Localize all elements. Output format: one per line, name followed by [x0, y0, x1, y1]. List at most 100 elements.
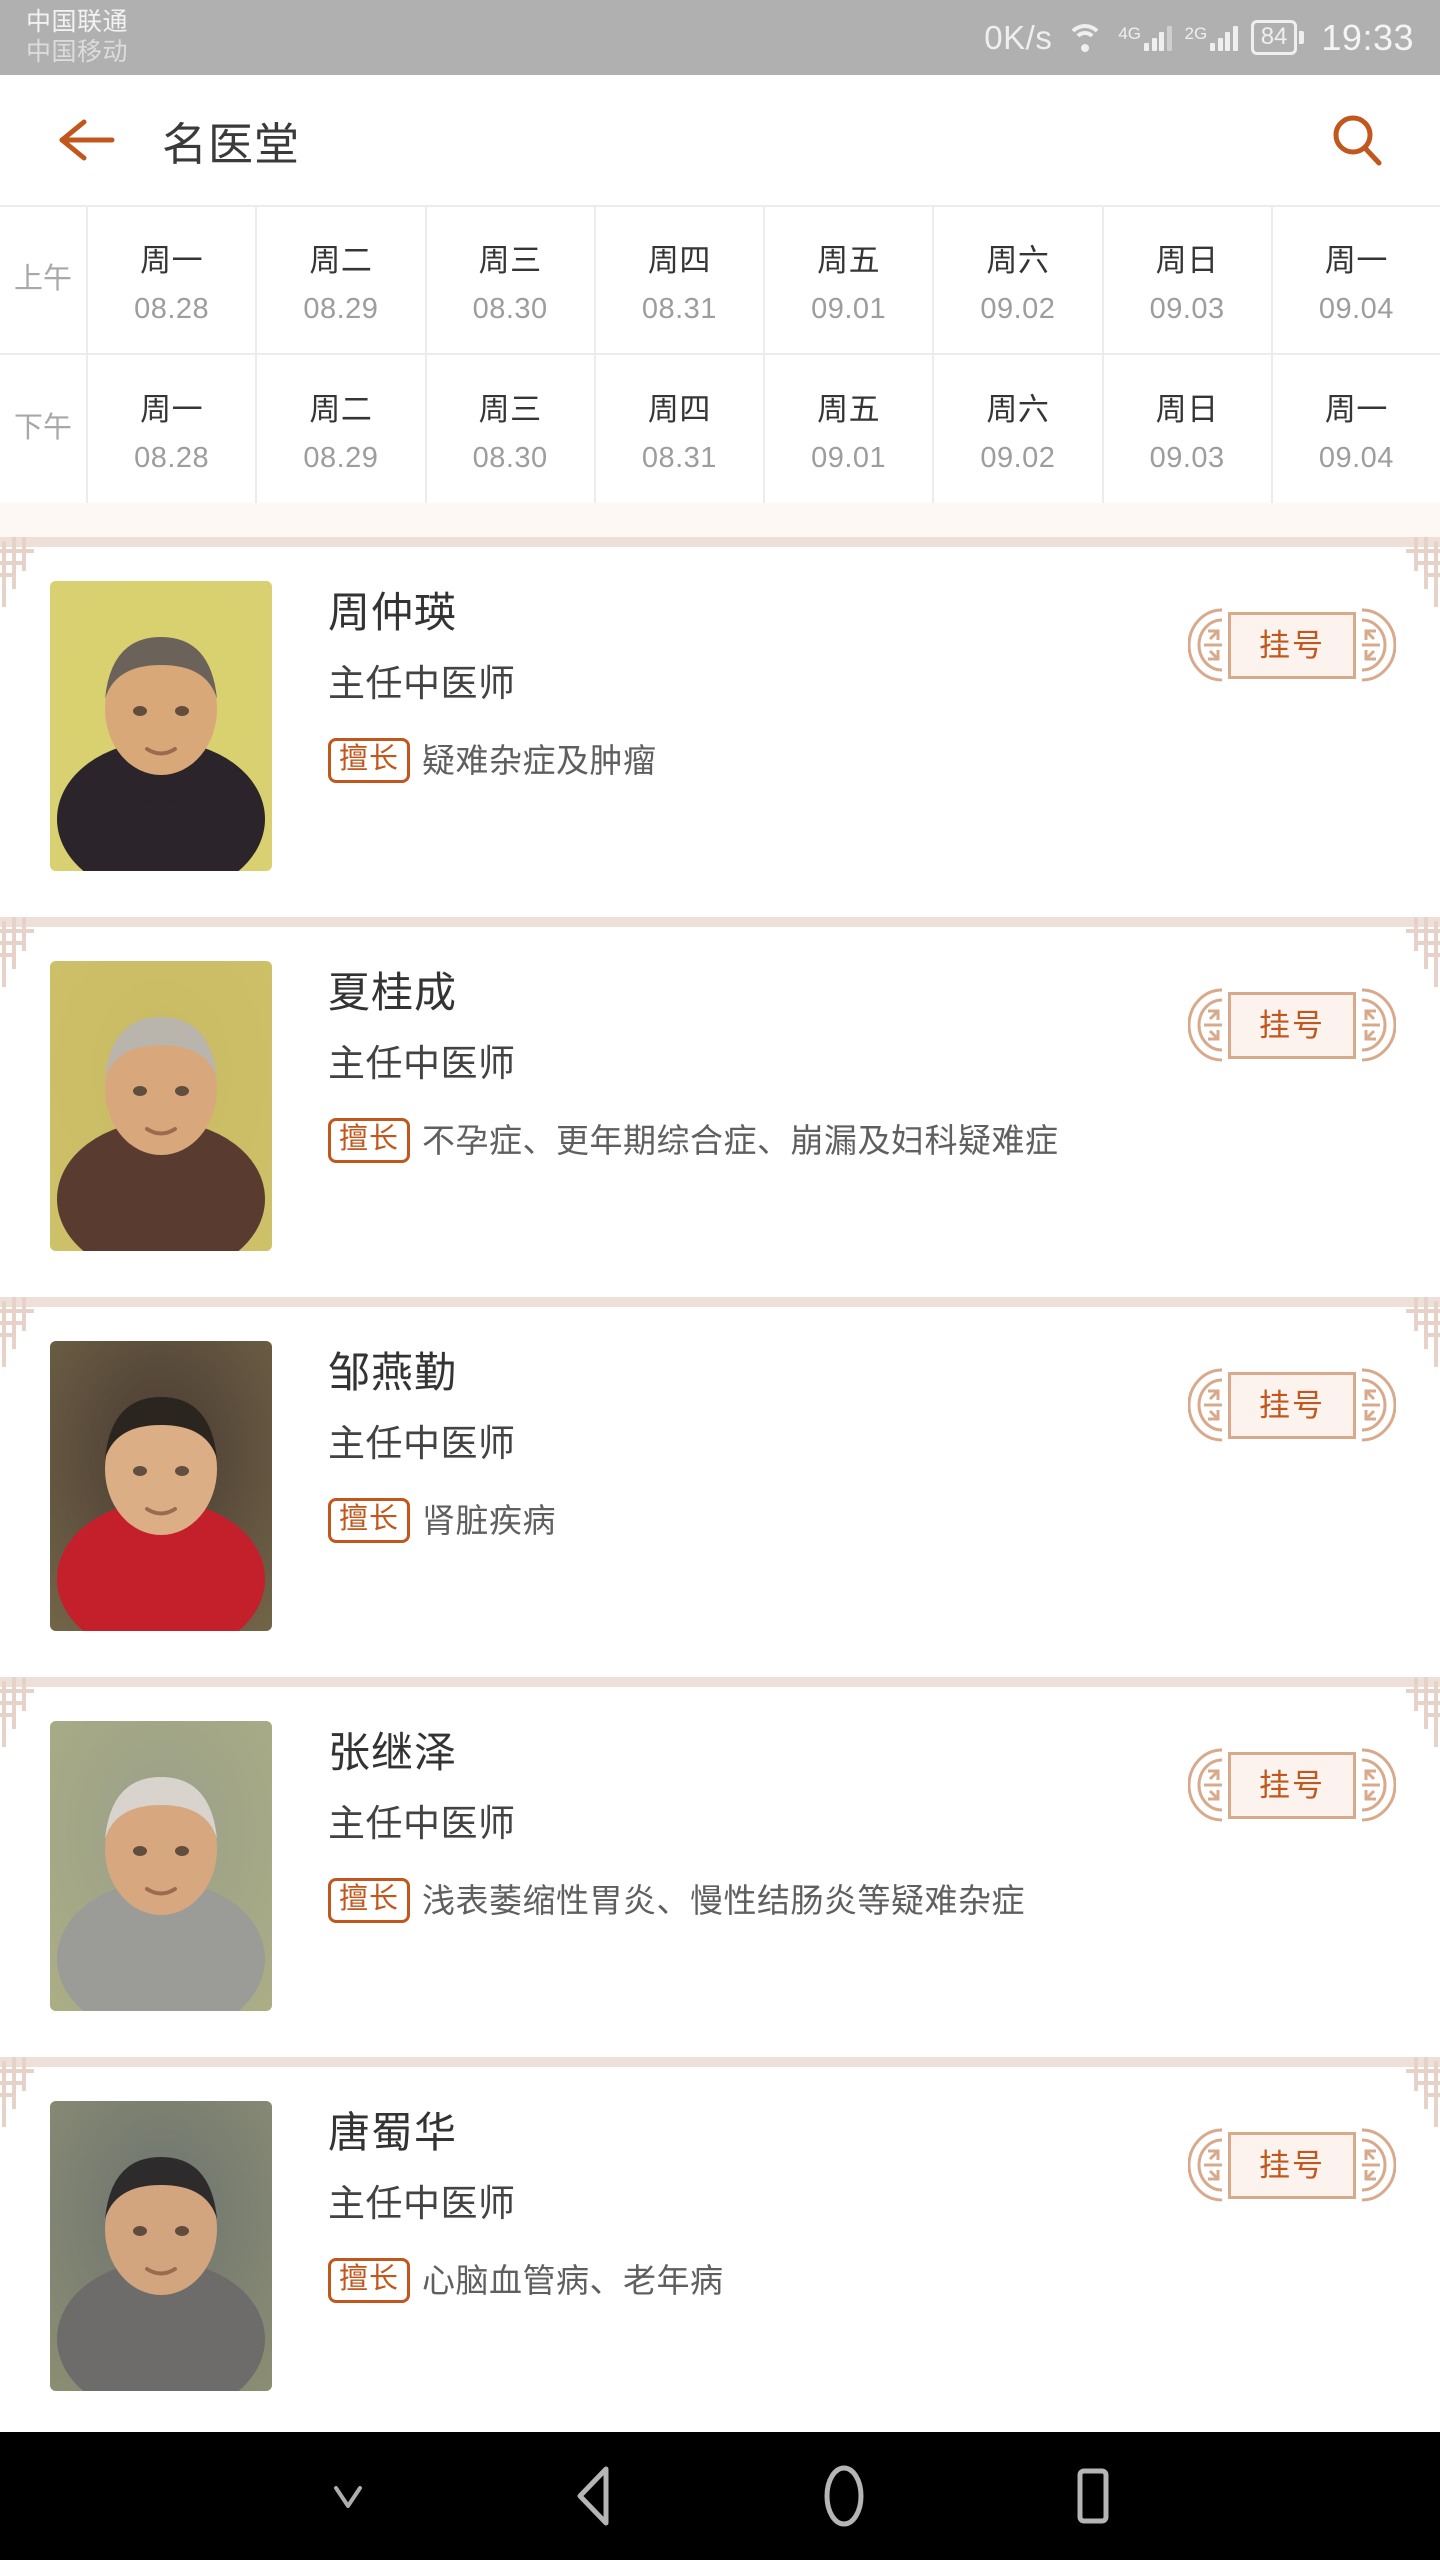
period-label-morning: 上午	[0, 207, 88, 353]
doctor-name: 张继泽	[328, 1729, 458, 1776]
home-circle-icon[interactable]	[790, 2442, 898, 2550]
register-button-label: 挂号	[1228, 1371, 1356, 1439]
chevron-down-icon[interactable]	[294, 2442, 402, 2550]
doctor-photo	[50, 1341, 272, 1631]
back-triangle-icon[interactable]	[542, 2442, 650, 2550]
doctor-title: 主任中医师	[328, 1803, 516, 1845]
day-cell-pm-5[interactable]: 周六 09.02	[934, 355, 1104, 503]
day-cell-am-1[interactable]: 周二 08.29	[257, 207, 427, 353]
schedule-selector: 上午 周一 08.28 周二 08.29 周三 08.30 周四 08.31 周…	[0, 205, 1440, 503]
day-name: 周六	[986, 391, 1050, 427]
register-button[interactable]: 挂号	[1187, 987, 1397, 1063]
day-date: 09.03	[1149, 292, 1225, 325]
day-name: 周五	[817, 391, 881, 427]
day-date: 08.29	[303, 441, 379, 474]
status-bar: 中国联通 中国移动 0K/s 4G 2G 84 19:33	[0, 0, 1440, 75]
day-date: 08.30	[472, 292, 548, 325]
day-cell-pm-4[interactable]: 周五 09.01	[765, 355, 935, 503]
day-name: 周二	[309, 242, 373, 278]
doctor-title: 主任中医师	[328, 663, 516, 705]
register-button[interactable]: 挂号	[1187, 1367, 1397, 1443]
system-nav-bar	[0, 2432, 1440, 2560]
specialty-tag: 擅长	[328, 1117, 411, 1163]
doctor-card[interactable]: 周仲瑛 主任中医师 擅长 疑难杂症及肿瘤 挂号	[0, 537, 1440, 917]
doctor-name: 夏桂成	[328, 969, 458, 1016]
specialty-tag: 擅长	[328, 1497, 411, 1543]
register-button[interactable]: 挂号	[1187, 607, 1397, 683]
register-button[interactable]: 挂号	[1187, 2127, 1397, 2203]
doctor-name: 邹燕勤	[328, 1349, 458, 1396]
schedule-row-afternoon: 下午 周一 08.28 周二 08.29 周三 08.30 周四 08.31 周…	[0, 355, 1440, 503]
day-name: 周一	[140, 391, 204, 427]
doctor-card[interactable]: 夏桂成 主任中医师 擅长 不孕症、更年期综合症、崩漏及妇科疑难症 挂号	[0, 917, 1440, 1297]
battery-level: 84	[1250, 20, 1298, 55]
doctor-info: 邹燕勤 主任中医师 擅长 肾脏疾病	[272, 1341, 1188, 1543]
specialty-text: 不孕症、更年期综合症、崩漏及妇科疑难症	[422, 1121, 1059, 1159]
day-name: 周日	[1155, 391, 1219, 427]
ornament-left-icon	[1187, 987, 1224, 1063]
battery-icon: 84	[1250, 20, 1305, 55]
doctor-info: 张继泽 主任中医师 擅长 浅表萎缩性胃炎、慢性结肠炎等疑难杂症	[272, 1721, 1188, 1923]
day-cell-am-0[interactable]: 周一 08.28	[88, 207, 258, 353]
day-cell-pm-2[interactable]: 周三 08.30	[427, 355, 596, 503]
doctor-card[interactable]: 张继泽 主任中医师 擅长 浅表萎缩性胃炎、慢性结肠炎等疑难杂症 挂号	[0, 1677, 1440, 2057]
day-name: 周一	[1324, 242, 1388, 278]
day-cell-pm-1[interactable]: 周二 08.29	[257, 355, 427, 503]
day-date: 09.03	[1149, 441, 1225, 474]
day-cell-am-2[interactable]: 周三 08.30	[427, 207, 596, 353]
day-date: 09.02	[980, 292, 1056, 325]
day-name: 周日	[1155, 242, 1219, 278]
doctor-photo	[50, 2101, 272, 2391]
day-cell-pm-0[interactable]: 周一 08.28	[88, 355, 258, 503]
signal-icon-1: 4G	[1118, 24, 1172, 51]
clock: 19:33	[1321, 16, 1414, 58]
day-name: 周四	[647, 391, 711, 427]
doctor-name: 周仲瑛	[328, 589, 458, 636]
specialty-text: 心脑血管病、老年病	[422, 2261, 724, 2299]
day-date: 09.01	[811, 441, 887, 474]
day-cell-am-5[interactable]: 周六 09.02	[934, 207, 1104, 353]
signal-1-label: 4G	[1118, 24, 1142, 43]
doctor-list-container[interactable]: 周仲瑛 主任中医师 擅长 疑难杂症及肿瘤 挂号 夏桂成 主任中医师 擅长 不孕症…	[0, 503, 1440, 2432]
ornament-right-icon	[1360, 987, 1397, 1063]
specialty-text: 肾脏疾病	[422, 1501, 557, 1539]
register-button-label: 挂号	[1228, 611, 1356, 679]
ornament-left-icon	[1187, 1747, 1224, 1823]
doctor-specialty-line: 擅长 不孕症、更年期综合症、崩漏及妇科疑难症	[328, 1117, 1188, 1163]
day-cell-pm-7[interactable]: 周一 09.04	[1273, 355, 1440, 503]
signal-2-label: 2G	[1184, 24, 1208, 43]
recents-square-icon[interactable]	[1038, 2442, 1146, 2550]
register-button[interactable]: 挂号	[1187, 1747, 1397, 1823]
specialty-tag: 擅长	[328, 737, 411, 783]
day-name: 周二	[309, 391, 373, 427]
day-date: 09.04	[1318, 441, 1394, 474]
day-date: 08.29	[303, 292, 379, 325]
day-date: 08.31	[641, 441, 717, 474]
search-icon[interactable]	[1322, 105, 1392, 175]
page-title: 名医堂	[162, 118, 301, 170]
doctor-info: 周仲瑛 主任中医师 擅长 疑难杂症及肿瘤	[272, 581, 1188, 783]
day-cell-am-7[interactable]: 周一 09.04	[1273, 207, 1440, 353]
doctor-photo	[50, 1721, 272, 2011]
back-arrow-icon[interactable]	[50, 105, 120, 175]
doctor-name: 唐蜀华	[328, 2109, 458, 2156]
day-cell-am-3[interactable]: 周四 08.31	[596, 207, 765, 353]
period-label-afternoon: 下午	[0, 355, 88, 503]
status-indicators: 0K/s 4G 2G 84 19:33	[984, 17, 1414, 59]
day-cell-am-4[interactable]: 周五 09.01	[765, 207, 935, 353]
doctor-photo	[50, 581, 272, 871]
day-date: 08.30	[472, 441, 548, 474]
day-name: 周三	[478, 242, 542, 278]
app-header: 名医堂	[0, 75, 1440, 205]
wifi-icon	[1065, 23, 1105, 53]
doctor-photo	[50, 961, 272, 1251]
day-name: 周三	[478, 391, 542, 427]
day-cell-am-6[interactable]: 周日 09.03	[1104, 207, 1273, 353]
ornament-right-icon	[1360, 2127, 1397, 2203]
doctor-card[interactable]: 唐蜀华 主任中医师 擅长 心脑血管病、老年病 挂号	[0, 2057, 1440, 2432]
day-cell-pm-3[interactable]: 周四 08.31	[596, 355, 765, 503]
day-date: 08.31	[641, 292, 717, 325]
day-cell-pm-6[interactable]: 周日 09.03	[1104, 355, 1273, 503]
doctor-card[interactable]: 邹燕勤 主任中医师 擅长 肾脏疾病 挂号	[0, 1297, 1440, 1677]
specialty-text: 疑难杂症及肿瘤	[422, 741, 657, 779]
